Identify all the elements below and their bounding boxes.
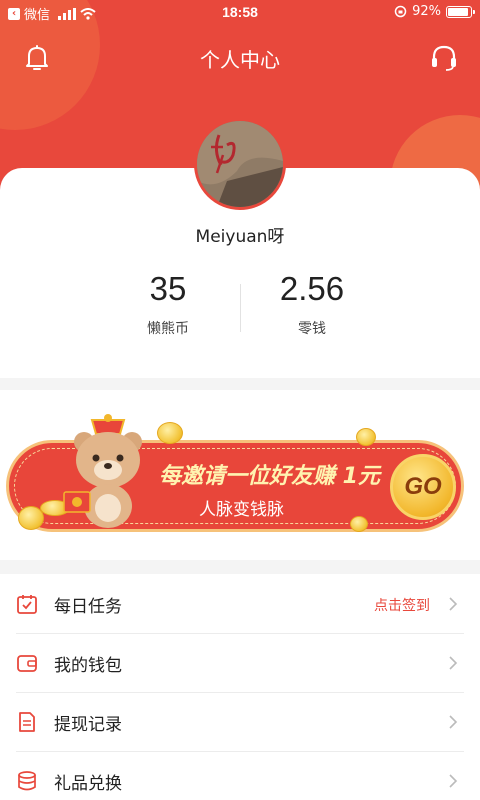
chevron-right-icon: [449, 715, 458, 729]
username: Meiyuan呀: [195, 227, 285, 247]
menu-item-label: 我的钱包: [54, 656, 122, 676]
stat-lazybear-coins[interactable]: 35 懒熊币: [88, 270, 248, 338]
menu-item-label: 每日任务: [54, 597, 122, 617]
coin-decoration: [157, 422, 183, 444]
stat-change-balance[interactable]: 2.56 零钱: [232, 270, 392, 338]
battery-fill: [448, 7, 469, 16]
orientation-lock-icon: [394, 5, 407, 18]
menu-item-gift-exchange[interactable]: 礼品兑换: [0, 751, 480, 800]
sign-in-link[interactable]: 点击签到: [374, 595, 430, 615]
stat-label: 零钱: [298, 321, 326, 337]
chevron-right-icon: [449, 597, 458, 611]
avatar[interactable]: [194, 118, 286, 210]
banner-title: 每邀请一位好友赚 1元: [159, 464, 380, 489]
menu-item-my-wallet[interactable]: 我的钱包: [0, 633, 480, 692]
wallet-icon: [17, 655, 37, 672]
battery-percent: 92%: [412, 4, 441, 19]
coin-stack-icon: [18, 771, 36, 791]
chevron-right-icon: [449, 656, 458, 670]
banner-subtitle: 人脉变钱脉: [199, 500, 284, 520]
menu-item-label: 提现记录: [54, 715, 122, 735]
personal-center-page: ‹ 微信 18:58 92% 个人中心 Meiyuan呀 35 懒熊币 2.56…: [0, 0, 480, 800]
menu-list: 每日任务 点击签到 我的钱包 提现记录 礼品兑换: [0, 574, 480, 800]
chevron-right-icon: [449, 774, 458, 788]
document-icon: [19, 712, 35, 732]
coin-decoration: [356, 428, 376, 446]
page-title: 个人中心: [200, 48, 280, 72]
bear-mascot-icon: [63, 414, 142, 528]
status-right: 92%: [394, 4, 475, 19]
go-button[interactable]: GO: [390, 454, 456, 520]
avatar-image: [197, 121, 283, 207]
status-bar: ‹ 微信 18:58 92%: [0, 0, 480, 24]
coin-decoration: [350, 516, 368, 532]
headset-icon[interactable]: [430, 44, 458, 72]
battery-icon: [446, 5, 475, 18]
menu-item-daily-tasks[interactable]: 每日任务 点击签到: [0, 574, 480, 633]
menu-item-withdraw-records[interactable]: 提现记录: [0, 692, 480, 751]
stat-value: 2.56: [279, 270, 345, 307]
stat-label: 懒熊币: [147, 321, 189, 337]
calendar-check-icon: [17, 595, 37, 614]
stat-value: 35: [149, 270, 187, 307]
menu-item-label: 礼品兑换: [54, 774, 122, 794]
